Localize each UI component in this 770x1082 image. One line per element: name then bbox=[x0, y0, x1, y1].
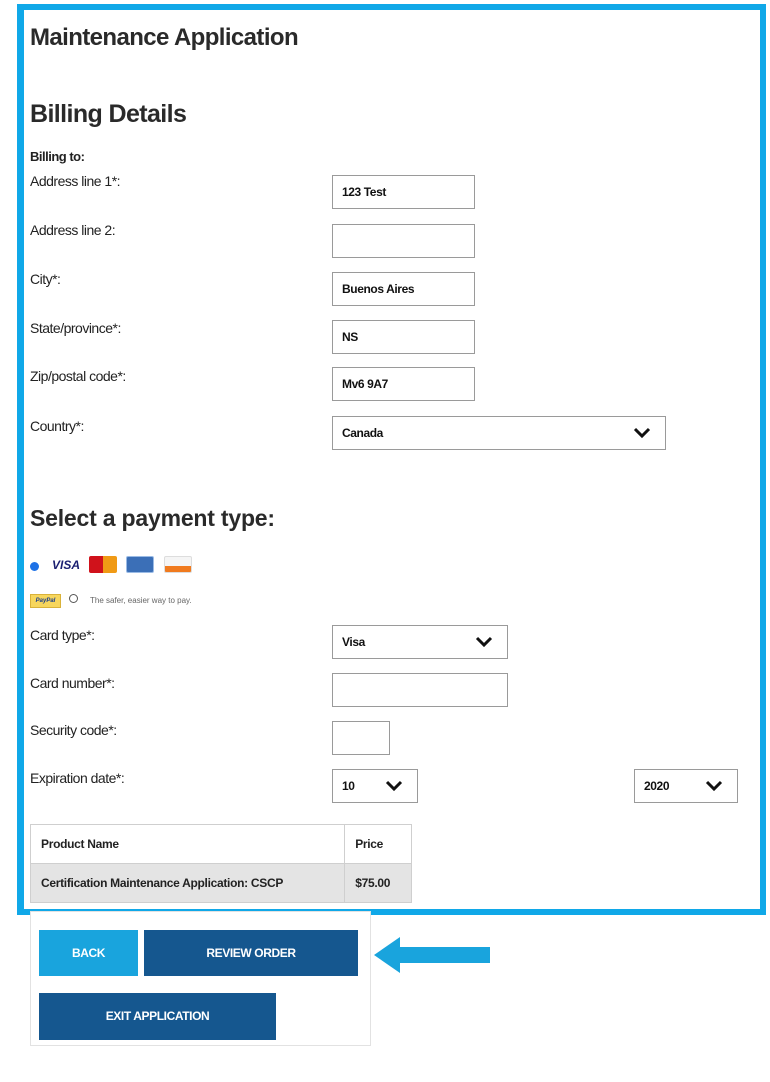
discover-logo-icon bbox=[164, 556, 192, 573]
card-radio-selected[interactable] bbox=[30, 562, 39, 571]
exit-application-button[interactable]: EXIT APPLICATION bbox=[39, 993, 276, 1040]
arrow-left-icon bbox=[374, 937, 490, 973]
zip-input[interactable]: Mv6 9A7 bbox=[332, 367, 475, 401]
card-type-select[interactable]: Visa bbox=[332, 625, 508, 659]
expiration-month-select[interactable]: 10 bbox=[332, 769, 418, 803]
state-label: State/province*: bbox=[30, 320, 121, 336]
price-header: Price bbox=[344, 824, 412, 864]
city-input[interactable]: Buenos Aires bbox=[332, 272, 475, 306]
chevron-down-icon bbox=[475, 636, 493, 648]
table-header-row: Product Name Price bbox=[29, 824, 412, 864]
address1-label: Address line 1*: bbox=[30, 173, 121, 189]
chevron-down-icon bbox=[705, 780, 723, 792]
paypal-radio[interactable] bbox=[69, 594, 78, 603]
city-label: City*: bbox=[30, 271, 61, 287]
country-select[interactable]: Canada bbox=[332, 416, 666, 450]
table-row: Certification Maintenance Application: C… bbox=[29, 863, 412, 903]
billing-to-label: Billing to: bbox=[30, 149, 85, 164]
expiration-label: Expiration date*: bbox=[30, 770, 125, 786]
expiration-month-value: 10 bbox=[342, 779, 355, 793]
address1-input[interactable]: 123 Test bbox=[332, 175, 475, 209]
back-button[interactable]: BACK bbox=[39, 930, 138, 976]
mastercard-logo-icon bbox=[89, 556, 117, 573]
paypal-tagline: The safer, easier way to pay. bbox=[90, 596, 192, 605]
chevron-down-icon bbox=[633, 427, 651, 439]
card-number-label: Card number*: bbox=[30, 675, 115, 691]
security-code-input[interactable] bbox=[332, 721, 390, 755]
zip-label: Zip/postal code*: bbox=[30, 368, 126, 384]
payment-type-heading: Select a payment type: bbox=[30, 505, 275, 531]
amex-logo-icon bbox=[126, 556, 154, 573]
state-input[interactable]: NS bbox=[332, 320, 475, 354]
page-title: Maintenance Application bbox=[30, 24, 299, 51]
product-name-cell: Certification Maintenance Application: C… bbox=[29, 863, 346, 903]
security-code-label: Security code*: bbox=[30, 722, 117, 738]
expiration-year-select[interactable]: 2020 bbox=[634, 769, 738, 803]
country-select-value: Canada bbox=[342, 426, 383, 440]
address2-label: Address line 2: bbox=[30, 222, 116, 238]
chevron-down-icon bbox=[385, 780, 403, 792]
expiration-year-value: 2020 bbox=[644, 779, 670, 793]
billing-details-heading: Billing Details bbox=[30, 100, 187, 128]
review-order-button[interactable]: REVIEW ORDER bbox=[144, 930, 358, 976]
country-label: Country*: bbox=[30, 418, 84, 434]
visa-logo-icon: VISA bbox=[52, 558, 81, 572]
product-name-header: Product Name bbox=[29, 824, 346, 864]
card-type-label: Card type*: bbox=[30, 627, 95, 643]
paypal-logo-icon: PayPal bbox=[30, 594, 61, 608]
address2-input[interactable] bbox=[332, 224, 475, 258]
price-cell: $75.00 bbox=[344, 863, 412, 903]
card-number-input[interactable] bbox=[332, 673, 508, 707]
card-type-value: Visa bbox=[342, 635, 365, 649]
product-table: Product Name Price Certification Mainten… bbox=[29, 824, 412, 903]
